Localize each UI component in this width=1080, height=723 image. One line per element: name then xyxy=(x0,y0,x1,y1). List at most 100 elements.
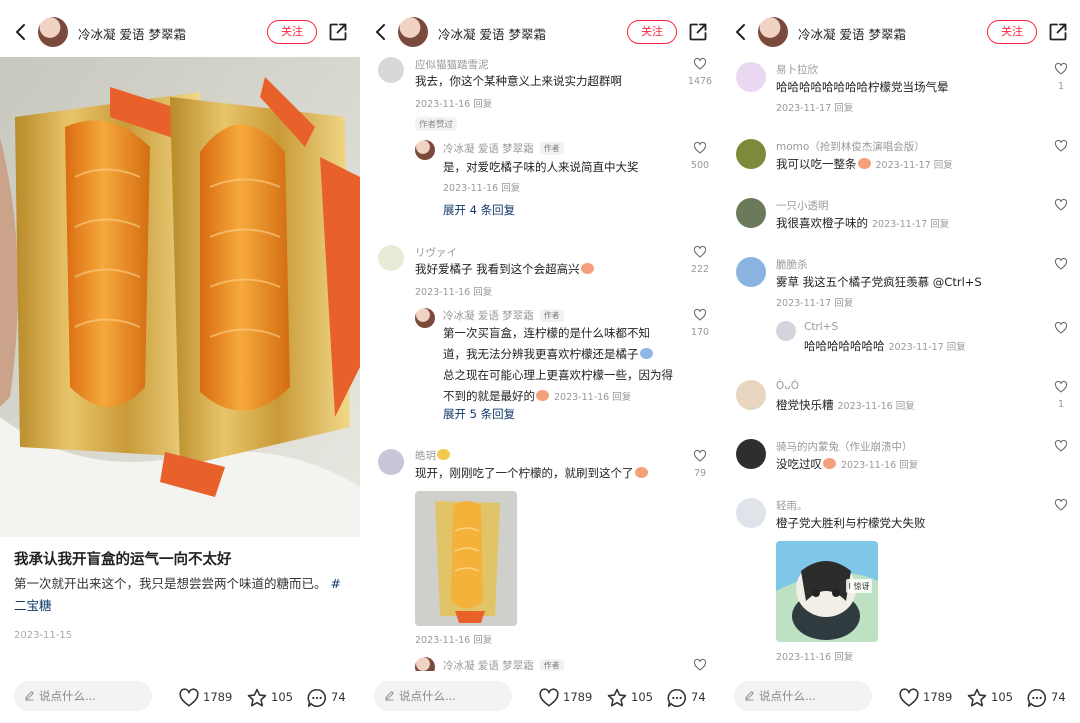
comment-avatar[interactable] xyxy=(736,439,766,469)
share-icon[interactable] xyxy=(1048,22,1068,42)
favorite-button[interactable]: 105 xyxy=(606,685,653,709)
heart-icon[interactable] xyxy=(693,245,707,259)
comment-text[interactable]: 没吃过叹 2023-11-16 回复 xyxy=(776,454,918,476)
reply-avatar[interactable] xyxy=(415,140,435,160)
comment-text[interactable]: 哈哈哈哈哈哈哈哈柠檬党当场气晕 xyxy=(776,77,949,98)
like-button[interactable]: 1789 xyxy=(538,685,592,709)
comment-avatar[interactable] xyxy=(378,57,404,83)
favorite-button[interactable]: 105 xyxy=(966,685,1013,709)
heart-icon[interactable] xyxy=(693,449,707,463)
author-avatar[interactable] xyxy=(38,17,68,47)
reply-author[interactable]: 冷冰凝 爱语 梦翠霜 作者 xyxy=(443,308,564,323)
comment-input[interactable]: 说点什么... xyxy=(374,681,512,711)
comment-input[interactable]: 说点什么... xyxy=(734,681,872,711)
author-name[interactable]: 冷冰凝 爱语 梦翠霜 xyxy=(78,24,186,43)
comment-avatar[interactable] xyxy=(378,245,404,271)
like-button[interactable]: 1789 xyxy=(898,685,952,709)
comment-author[interactable]: 易卜拉欣 xyxy=(776,62,818,77)
comment-avatar[interactable] xyxy=(736,498,766,528)
comment-text[interactable]: 橙子党大胜利与柠檬党大失败 xyxy=(776,513,926,534)
comment-meta[interactable]: 2023-11-16 回复 xyxy=(415,284,492,298)
comment-text[interactable]: 我好爱橘子 我看到这个会超高兴 xyxy=(415,259,595,280)
reply-meta[interactable]: 2023-11-16 回复 xyxy=(554,392,631,403)
comment-avatar[interactable] xyxy=(736,380,766,410)
heart-icon[interactable] xyxy=(693,308,707,322)
heart-icon[interactable] xyxy=(693,658,707,672)
expand-replies-link[interactable]: 展开 4 条回复 xyxy=(443,202,515,218)
comment-avatar[interactable] xyxy=(736,62,766,92)
comment-input[interactable]: 说点什么... xyxy=(14,681,152,711)
reply-author[interactable]: Ctrl+S xyxy=(804,321,838,333)
comment-meta[interactable]: 2023-11-16 回复 xyxy=(415,632,492,646)
heart-icon[interactable] xyxy=(1054,380,1068,394)
reply-avatar[interactable] xyxy=(415,308,435,328)
comment-avatar[interactable] xyxy=(736,257,766,287)
post-photo[interactable] xyxy=(0,57,360,537)
heart-icon[interactable] xyxy=(1054,439,1068,453)
author-name[interactable]: 冷冰凝 爱语 梦翠霜 xyxy=(798,24,906,43)
back-arrow-icon[interactable] xyxy=(14,23,26,41)
author-tag: 作者 xyxy=(539,142,564,155)
comment-image[interactable] xyxy=(415,491,517,626)
heart-icon[interactable] xyxy=(693,141,707,155)
comment-author[interactable]: momo（抢到林俊杰演唱会版） xyxy=(776,139,925,154)
comment-text[interactable]: 现开，刚刚吃了一个柠檬的，就刷到这个了 xyxy=(415,463,649,484)
reply-meta[interactable]: 2023-11-17 回复 xyxy=(889,342,966,353)
comment-button[interactable]: 74 xyxy=(1026,685,1066,709)
heart-icon[interactable] xyxy=(1054,62,1068,76)
reply-meta[interactable]: 2023-11-16 回复 xyxy=(443,180,520,194)
comment-text[interactable]: 雾草 我这五个橘子党疯狂羡慕 @Ctrl+S xyxy=(776,272,982,293)
back-arrow-icon[interactable] xyxy=(374,23,386,41)
comment-avatar[interactable] xyxy=(736,139,766,169)
heart-icon[interactable] xyxy=(1054,257,1068,271)
share-icon[interactable] xyxy=(688,22,708,42)
author-avatar[interactable] xyxy=(398,17,428,47)
expand-replies-link[interactable]: 展开 5 条回复 xyxy=(443,406,515,422)
heart-icon[interactable] xyxy=(1054,198,1068,212)
comment-meta[interactable]: 2023-11-17 回复 xyxy=(776,295,853,309)
reply-avatar[interactable] xyxy=(776,321,796,341)
comment-text[interactable]: 我很喜欢橙子味的 2023-11-17 回复 xyxy=(776,213,949,235)
reply-author[interactable]: 冷冰凝 爱语 梦翠霜 作者 xyxy=(443,141,564,156)
reply-text[interactable]: 哈哈哈哈哈哈哈 2023-11-17 回复 xyxy=(804,336,966,358)
comment-button[interactable]: 74 xyxy=(306,685,346,709)
comment-meta[interactable]: 2023-11-17 回复 xyxy=(872,219,949,230)
comment-author[interactable]: 应似猫猫踏雪泥 xyxy=(415,57,489,72)
comment-author[interactable]: リヴァイ xyxy=(415,245,457,260)
comment-author[interactable]: 一只小透明 xyxy=(776,198,829,213)
heart-icon[interactable] xyxy=(1054,321,1068,335)
comment-meta[interactable]: 2023-11-16 回复 xyxy=(841,460,918,471)
comment-meta[interactable]: 2023-11-16 回复 xyxy=(776,649,853,663)
comment-avatar[interactable] xyxy=(378,449,404,475)
comment-author[interactable]: 皓玥 xyxy=(415,448,451,463)
comment-meta[interactable]: 2023-11-16 回复 xyxy=(415,96,492,110)
comment-author[interactable]: 骑马的内蒙兔（作业崩溃中） xyxy=(776,439,913,454)
comment-author[interactable]: ÒᴗÓ xyxy=(776,380,799,392)
comment-author[interactable]: 脆脆杀 xyxy=(776,257,808,272)
comment-meta[interactable]: 2023-11-17 回复 xyxy=(876,160,953,171)
heart-icon[interactable] xyxy=(693,57,707,71)
comment-sticker[interactable]: I 惊讶 xyxy=(776,541,878,642)
like-button[interactable]: 1789 xyxy=(178,685,232,709)
back-arrow-icon[interactable] xyxy=(734,23,746,41)
bottom-bar: 说点什么... 1789 105 74 xyxy=(360,671,720,723)
reply-text[interactable]: 第一次买盲盒，连柠檬的是什么味都不知 道，我无法分辨我更喜欢柠檬还是橘子 总之现… xyxy=(443,323,683,408)
favorite-button[interactable]: 105 xyxy=(246,685,293,709)
share-icon[interactable] xyxy=(328,22,348,42)
comment-meta[interactable]: 2023-11-17 回复 xyxy=(776,100,853,114)
comment-author[interactable]: 轻雨。 xyxy=(776,498,808,513)
reply-text[interactable]: 是，对爱吃橘子味的人来说简直中大奖 xyxy=(443,157,639,178)
heart-icon[interactable] xyxy=(1054,139,1068,153)
follow-button[interactable]: 关注 xyxy=(987,20,1037,44)
follow-button[interactable]: 关注 xyxy=(627,20,677,44)
comment-text[interactable]: 我可以吃一整条 2023-11-17 回复 xyxy=(776,154,953,176)
comment-text[interactable]: 我去，你这个某种意义上来说实力超群啊 xyxy=(415,71,622,92)
comment-button[interactable]: 74 xyxy=(666,685,706,709)
heart-icon[interactable] xyxy=(1054,498,1068,512)
comment-avatar[interactable] xyxy=(736,198,766,228)
follow-button[interactable]: 关注 xyxy=(267,20,317,44)
comment-text[interactable]: 橙党快乐糟 2023-11-16 回复 xyxy=(776,395,915,417)
author-avatar[interactable] xyxy=(758,17,788,47)
author-name[interactable]: 冷冰凝 爱语 梦翠霜 xyxy=(438,24,546,43)
comment-meta[interactable]: 2023-11-16 回复 xyxy=(838,401,915,412)
